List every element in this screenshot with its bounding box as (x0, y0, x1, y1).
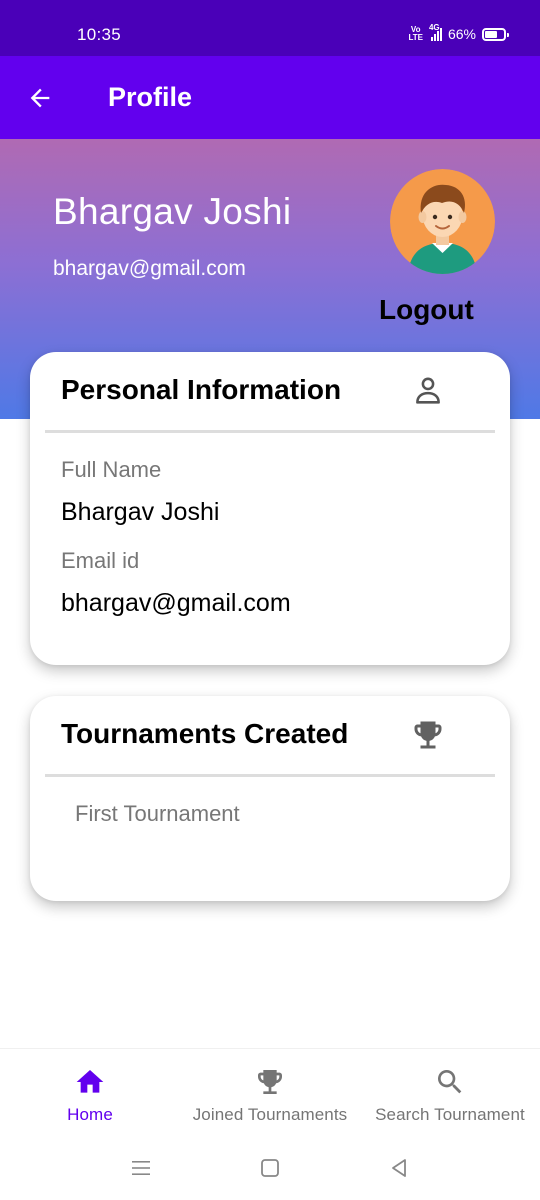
battery-percent: 66% (447, 26, 476, 42)
person-icon (410, 373, 446, 409)
home-square-icon[interactable] (258, 1156, 282, 1180)
battery-icon (482, 27, 509, 41)
card-divider (45, 774, 495, 777)
menu-icon[interactable] (129, 1156, 153, 1180)
signal-icon: 4G (429, 23, 442, 41)
full-name-value: Bhargav Joshi (61, 498, 220, 526)
email-label: Email id (61, 548, 140, 573)
search-icon (433, 1065, 467, 1099)
logout-button[interactable]: Logout (379, 294, 474, 326)
arrow-left-icon (30, 88, 50, 108)
system-nav-bar (0, 1140, 540, 1200)
page-title: Profile (108, 82, 193, 112)
home-icon (73, 1065, 107, 1099)
nav-search-tournament[interactable]: Search Tournament (360, 1049, 540, 1140)
card-divider (45, 430, 495, 433)
back-triangle-icon[interactable] (387, 1156, 411, 1180)
trophy-icon (410, 717, 446, 753)
avatar-boy-icon (390, 169, 495, 274)
tournament-item[interactable]: First Tournament (75, 801, 240, 827)
nav-search-label: Search Tournament (375, 1105, 525, 1124)
nav-home[interactable]: Home (0, 1049, 180, 1140)
full-name-label: Full Name (61, 457, 162, 482)
personal-info-card: Personal Information Full Name Bhargav J… (30, 352, 510, 665)
back-button[interactable] (22, 80, 58, 116)
trophy-icon (253, 1065, 287, 1099)
status-bar: 10:35 Vo LTE 4G 66% (0, 0, 540, 56)
nav-joined-tournaments[interactable]: Joined Tournaments (180, 1049, 360, 1140)
profile-name: Bhargav Joshi (53, 191, 292, 232)
email-value: bhargav@gmail.com (61, 589, 291, 617)
profile-email: bhargav@gmail.com (53, 257, 246, 280)
nav-joined-label: Joined Tournaments (192, 1105, 348, 1124)
avatar (390, 169, 495, 274)
status-time: 10:35 (77, 25, 122, 44)
bottom-nav: Home Joined Tournaments Search Tournamen… (0, 1048, 540, 1140)
nav-home-label: Home (67, 1105, 113, 1124)
app-bar: Profile (0, 56, 540, 139)
tournaments-created-title: Tournaments Created (61, 718, 349, 749)
status-icons: Vo LTE 4G 66% (408, 23, 509, 42)
tournaments-created-card: Tournaments Created First Tournament (30, 696, 510, 901)
network-type: 4G (428, 23, 440, 32)
volte-icon: Vo LTE (408, 25, 423, 42)
personal-info-title: Personal Information (61, 374, 342, 405)
